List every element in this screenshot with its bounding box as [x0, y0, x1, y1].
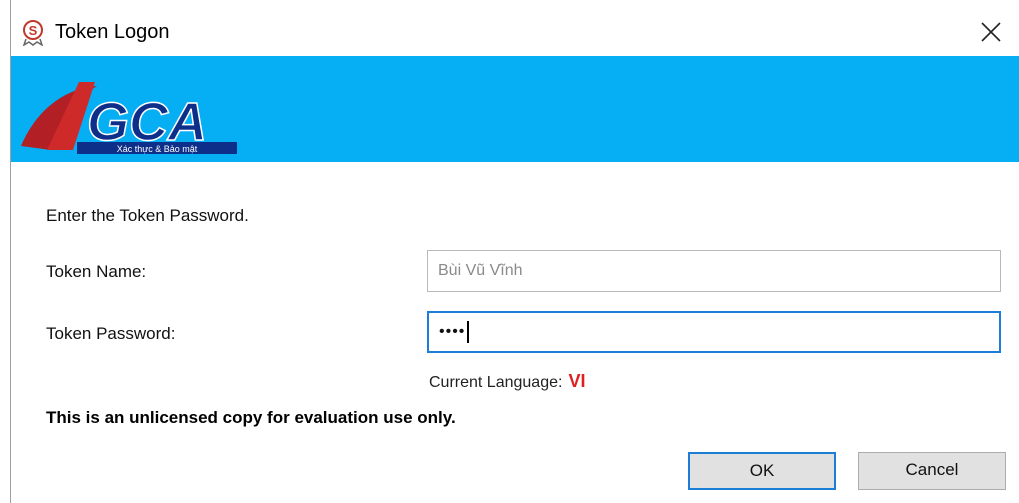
- token-password-label: Token Password:: [46, 324, 176, 343]
- title-bar[interactable]: S Token Logon: [11, 10, 1011, 56]
- token-name-field[interactable]: Bùi Vũ Vĩnh: [427, 250, 1001, 292]
- window-title: Token Logon: [55, 21, 170, 43]
- token-password-field[interactable]: ••••: [427, 311, 1001, 353]
- current-language: Current Language: VI: [429, 371, 585, 392]
- vgca-logo: GCA Xác thực & Bảo mật: [21, 82, 237, 154]
- cancel-button[interactable]: Cancel: [858, 452, 1006, 490]
- text-caret: [467, 321, 470, 343]
- dialog-content: Enter the Token Password. Token Name: Bù…: [11, 162, 1019, 503]
- token-password-value: ••••: [439, 323, 466, 341]
- instruction-text: Enter the Token Password.: [46, 206, 249, 225]
- language-label: Current Language:: [429, 374, 563, 391]
- svg-text:Xác thực & Bảo mật: Xác thực & Bảo mật: [117, 144, 198, 154]
- token-name-label: Token Name:: [46, 262, 147, 281]
- window-left-edge: [0, 0, 11, 503]
- svg-text:S: S: [29, 23, 38, 38]
- token-name-value: Bùi Vũ Vĩnh: [438, 262, 523, 279]
- app-s-icon: S: [22, 20, 44, 46]
- language-value: VI: [568, 371, 586, 391]
- evaluation-notice: This is an unlicensed copy for evaluatio…: [46, 408, 456, 427]
- brand-banner: GCA Xác thực & Bảo mật: [11, 56, 1019, 162]
- close-icon[interactable]: [977, 18, 1005, 46]
- ok-button[interactable]: OK: [688, 452, 836, 490]
